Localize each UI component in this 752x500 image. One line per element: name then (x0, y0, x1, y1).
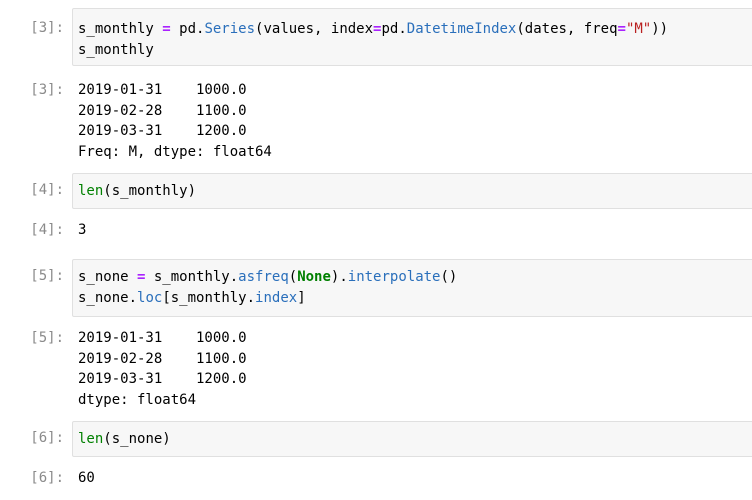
code-block[interactable]: len(s_monthly) (78, 181, 196, 202)
output-cell-3: [3]: 2019-01-31 1000.0 2019-02-28 1100.0 2… (0, 80, 752, 164)
code-input[interactable]: len(s_none) (72, 421, 752, 457)
code-input[interactable]: s_none = s_monthly.asfreq(None).interpol… (72, 259, 752, 317)
code-block[interactable]: s_none = s_monthly.asfreq(None).interpol… (78, 267, 457, 308)
code-token: interpolate (347, 269, 441, 285)
code-token: s_monthly. (145, 269, 239, 285)
output-line: 3 (78, 222, 87, 238)
code-block[interactable]: len(s_none) (78, 429, 171, 450)
code-line: s_monthly = pd.Series(values, index=pd.D… (78, 19, 668, 40)
code-cell-3[interactable]: [3]: s_monthly = pd.Series(values, index… (0, 8, 752, 66)
code-token: None (297, 269, 331, 285)
code-token: [s_monthly. (162, 289, 256, 306)
code-token: index (255, 289, 298, 306)
output-text: 2019-01-31 1000.0 2019-02-28 1100.0 2019-0… (78, 328, 247, 410)
code-line: s_none.loc[s_monthly.index] (78, 288, 457, 309)
code-token: (dates, freq (516, 21, 618, 37)
code-token: asfreq (238, 269, 289, 285)
output-cell-5: [5]: 2019-01-31 1000.0 2019-02-28 1100.0 2… (0, 328, 752, 412)
code-token: s_monthly (78, 21, 163, 37)
code-token: ). (330, 269, 348, 285)
out-prompt: [4]: (30, 222, 64, 238)
out-prompt: [6]: (30, 470, 64, 486)
code-cell-4[interactable]: [4]: len(s_monthly) (0, 173, 752, 209)
code-token: len (78, 183, 104, 199)
code-line: s_monthly (78, 40, 668, 61)
code-token: "M" (625, 21, 652, 37)
in-prompt: [4]: (30, 182, 64, 198)
output-cell-4: [4]: 3 (0, 220, 752, 242)
code-line: len(s_monthly) (78, 181, 196, 202)
code-token: s_none (78, 269, 138, 285)
code-line: s_none = s_monthly.asfreq(None).interpol… (78, 267, 457, 288)
code-token: () (440, 269, 458, 285)
code-input[interactable]: len(s_monthly) (72, 173, 752, 209)
output-line: 2019-02-28 1100.0 (78, 350, 247, 367)
code-cell-6[interactable]: [6]: len(s_none) (0, 421, 752, 457)
code-line: len(s_none) (78, 429, 171, 450)
output-text: 60 (78, 468, 95, 489)
code-token: pd. (170, 21, 205, 37)
output-line: 2019-01-31 1000.0 (78, 82, 247, 98)
code-token: DatetimeIndex (406, 21, 517, 37)
in-prompt: [6]: (30, 430, 64, 446)
output-line: 2019-02-28 1100.0 (78, 102, 247, 119)
code-token: (s_none) (103, 431, 171, 447)
output-line: 2019-03-31 1200.0 (78, 123, 247, 139)
code-token: Series (204, 21, 256, 37)
output-line: 2019-01-31 1000.0 (78, 330, 247, 346)
code-token: = (617, 21, 626, 37)
code-token: len (78, 431, 104, 447)
code-token: (values, index (255, 21, 374, 37)
out-prompt: [5]: (30, 330, 64, 346)
code-token: s_monthly (78, 41, 154, 58)
output-text: 3 (78, 220, 86, 241)
code-token: (s_monthly) (103, 183, 197, 199)
code-token: = (162, 21, 171, 37)
output-line: 60 (78, 470, 95, 486)
output-text: 2019-01-31 1000.0 2019-02-28 1100.0 2019-0… (78, 80, 272, 162)
in-prompt: [5]: (30, 268, 64, 284)
output-line: Freq: M, dtype: float64 (78, 143, 272, 160)
code-token: pd. (381, 21, 407, 37)
output-line: 2019-03-31 1200.0 (78, 371, 247, 387)
code-cell-5[interactable]: [5]: s_none = s_monthly.asfreq(None).int… (0, 259, 752, 317)
output-line: dtype: float64 (78, 391, 197, 408)
code-token: ] (297, 289, 306, 306)
output-cell-6: [6]: 60 (0, 468, 752, 490)
code-token: loc (137, 289, 163, 306)
code-token: s_none. (78, 289, 138, 306)
in-prompt: [3]: (30, 20, 64, 36)
code-block[interactable]: s_monthly = pd.Series(values, index=pd.D… (78, 19, 668, 60)
code-input[interactable]: s_monthly = pd.Series(values, index=pd.D… (72, 8, 752, 66)
out-prompt: [3]: (30, 82, 64, 98)
code-token: )) (651, 21, 669, 37)
code-token: ( (288, 269, 298, 285)
